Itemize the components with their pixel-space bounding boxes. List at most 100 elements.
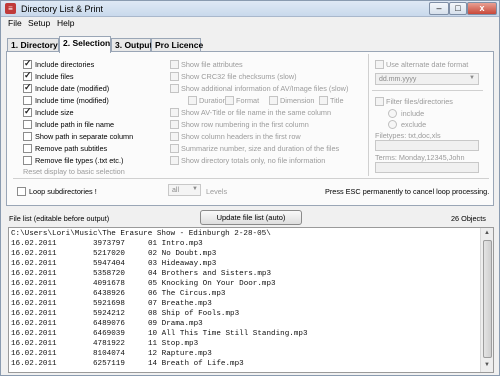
loop-subdirectories-checkbox[interactable] bbox=[17, 187, 26, 196]
file-name: 04 Brothers and Sisters.mp3 bbox=[148, 270, 272, 278]
levels-label: Levels bbox=[206, 187, 228, 196]
file-size: 6438926 bbox=[93, 290, 125, 298]
option-label: Include directories bbox=[35, 60, 95, 69]
option-checkbox[interactable] bbox=[170, 72, 179, 81]
option-checkbox[interactable]: ✓ bbox=[23, 106, 32, 117]
option-label: Include path in file name bbox=[35, 120, 115, 129]
option-checkbox[interactable]: ✓ bbox=[23, 82, 32, 93]
format-label: Format bbox=[236, 96, 260, 105]
file-name: 03 Hideaway.mp3 bbox=[148, 260, 217, 268]
filter-label: Filter files/directories bbox=[386, 97, 453, 106]
tab-directory[interactable]: 1. Directory bbox=[7, 38, 59, 52]
option-checkbox[interactable] bbox=[23, 132, 32, 141]
file-size: 6489076 bbox=[93, 320, 125, 328]
file-date: 16.02.2011 bbox=[11, 330, 57, 338]
title-checkbox[interactable] bbox=[319, 96, 328, 105]
file-row: 16.02.2011 3973797 01 Intro.mp3 bbox=[11, 240, 471, 250]
file-row: 16.02.2011 6257119 14 Breath of Life.mp3 bbox=[11, 360, 471, 370]
date-format-select[interactable]: dd.mm.yyyy ▼ bbox=[375, 73, 479, 85]
option-checkbox[interactable] bbox=[170, 60, 179, 69]
alt-date-checkbox[interactable] bbox=[375, 60, 384, 69]
file-size: 4781922 bbox=[93, 340, 125, 348]
vertical-scrollbar[interactable]: ▲ ▼ bbox=[480, 228, 493, 372]
include-label: include bbox=[401, 109, 425, 118]
scroll-thumb[interactable] bbox=[483, 240, 492, 358]
duration-checkbox[interactable] bbox=[188, 96, 197, 105]
exclude-radio[interactable] bbox=[388, 120, 397, 129]
option-label: Remove file types (.txt etc.) bbox=[35, 156, 124, 165]
file-date: 16.02.2011 bbox=[11, 350, 57, 358]
file-name: 08 Ship of Fools.mp3 bbox=[148, 310, 240, 318]
menu-setup[interactable]: Setup bbox=[28, 18, 50, 28]
filter-checkbox[interactable] bbox=[375, 97, 384, 106]
chevron-down-icon: ▼ bbox=[469, 75, 475, 81]
right-divider bbox=[368, 54, 369, 176]
file-name: 07 Breathe.mp3 bbox=[148, 300, 212, 308]
option-checkbox[interactable] bbox=[23, 120, 32, 129]
option-label: Show column headers in the first row bbox=[181, 132, 301, 141]
update-file-list-button[interactable]: Update file list (auto) bbox=[200, 210, 302, 225]
terms-input[interactable] bbox=[375, 162, 479, 173]
right-separator bbox=[372, 90, 483, 91]
filetypes-label: Filetypes: txt,doc,xls bbox=[375, 131, 441, 140]
dimension-checkbox[interactable] bbox=[269, 96, 278, 105]
file-row: 16.02.2011 5921698 07 Breathe.mp3 bbox=[11, 300, 471, 310]
check-icon: ✓ bbox=[24, 106, 32, 116]
file-size: 5358720 bbox=[93, 270, 125, 278]
file-name: 09 Drama.mp3 bbox=[148, 320, 203, 328]
scroll-down-icon[interactable]: ▼ bbox=[482, 360, 492, 371]
title-label: Title bbox=[330, 96, 344, 105]
file-name: 12 Rapture.mp3 bbox=[148, 350, 212, 358]
option-checkbox[interactable] bbox=[23, 144, 32, 153]
levels-select[interactable]: all ▼ bbox=[168, 184, 201, 196]
option-checkbox[interactable] bbox=[23, 156, 32, 165]
file-date: 16.02.2011 bbox=[11, 300, 57, 308]
scroll-up-icon[interactable]: ▲ bbox=[482, 228, 492, 239]
file-date: 16.02.2011 bbox=[11, 290, 57, 298]
tab-pro-licence[interactable]: Pro Licence bbox=[151, 38, 203, 52]
option-checkbox[interactable] bbox=[170, 84, 179, 93]
file-name: 05 Knocking On Your Door.mp3 bbox=[148, 280, 276, 288]
alt-date-label: Use alternate date format bbox=[386, 60, 469, 69]
tab-selection[interactable]: 2. Selection bbox=[59, 36, 111, 53]
file-row: 16.02.2011 5358720 04 Brothers and Sisters… bbox=[11, 270, 471, 280]
option-checkbox[interactable] bbox=[170, 132, 179, 141]
file-row: 16.02.2011 8104074 12 Rapture.mp3 bbox=[11, 350, 471, 360]
file-name: 01 Intro.mp3 bbox=[148, 240, 203, 248]
file-size: 5217020 bbox=[93, 250, 125, 258]
menu-file[interactable]: File bbox=[8, 18, 22, 28]
date-format-value: dd.mm.yyyy bbox=[379, 76, 417, 83]
option-checkbox[interactable]: ✓ bbox=[23, 58, 32, 69]
dimension-label: Dimension bbox=[280, 96, 315, 105]
exclude-label: exclude bbox=[401, 120, 427, 129]
duration-label: Duration bbox=[199, 96, 227, 105]
format-checkbox[interactable] bbox=[225, 96, 234, 105]
file-list-textarea[interactable]: C:\Users\Lori\Music\The Erasure Show - E… bbox=[8, 227, 494, 373]
file-list-label: File list (editable before output) bbox=[9, 214, 110, 223]
option-label: Show AV-Title or file name in the same c… bbox=[181, 108, 332, 117]
filetypes-input[interactable] bbox=[375, 140, 479, 151]
tab-output[interactable]: 3. Output bbox=[111, 38, 152, 52]
option-label: Include files bbox=[35, 72, 74, 81]
file-size: 3973797 bbox=[93, 240, 125, 248]
file-row: 16.02.2011 6489076 09 Drama.mp3 bbox=[11, 320, 471, 330]
menu-help[interactable]: Help bbox=[57, 18, 74, 28]
minimize-button[interactable]: – bbox=[429, 2, 449, 15]
option-checkbox[interactable] bbox=[170, 144, 179, 153]
maximize-button[interactable]: □ bbox=[449, 2, 467, 15]
option-checkbox[interactable]: ✓ bbox=[23, 70, 32, 81]
option-checkbox[interactable] bbox=[170, 120, 179, 129]
option-label: Show path in separate column bbox=[35, 132, 134, 141]
option-checkbox[interactable] bbox=[170, 156, 179, 165]
file-date: 16.02.2011 bbox=[11, 360, 57, 368]
menu-bar: File Setup Help bbox=[1, 17, 499, 31]
include-radio[interactable] bbox=[388, 109, 397, 118]
loop-subdirectories-label: Loop subdirectories ! bbox=[29, 187, 97, 196]
close-button[interactable]: x bbox=[467, 2, 497, 15]
option-checkbox[interactable] bbox=[23, 96, 32, 105]
option-checkbox[interactable] bbox=[170, 108, 179, 117]
file-size: 5947404 bbox=[93, 260, 125, 268]
reset-display-link[interactable]: Reset display to basic selection bbox=[23, 167, 125, 176]
file-name: 11 Stop.mp3 bbox=[148, 340, 199, 348]
file-name: 02 No Doubt.mp3 bbox=[148, 250, 217, 258]
